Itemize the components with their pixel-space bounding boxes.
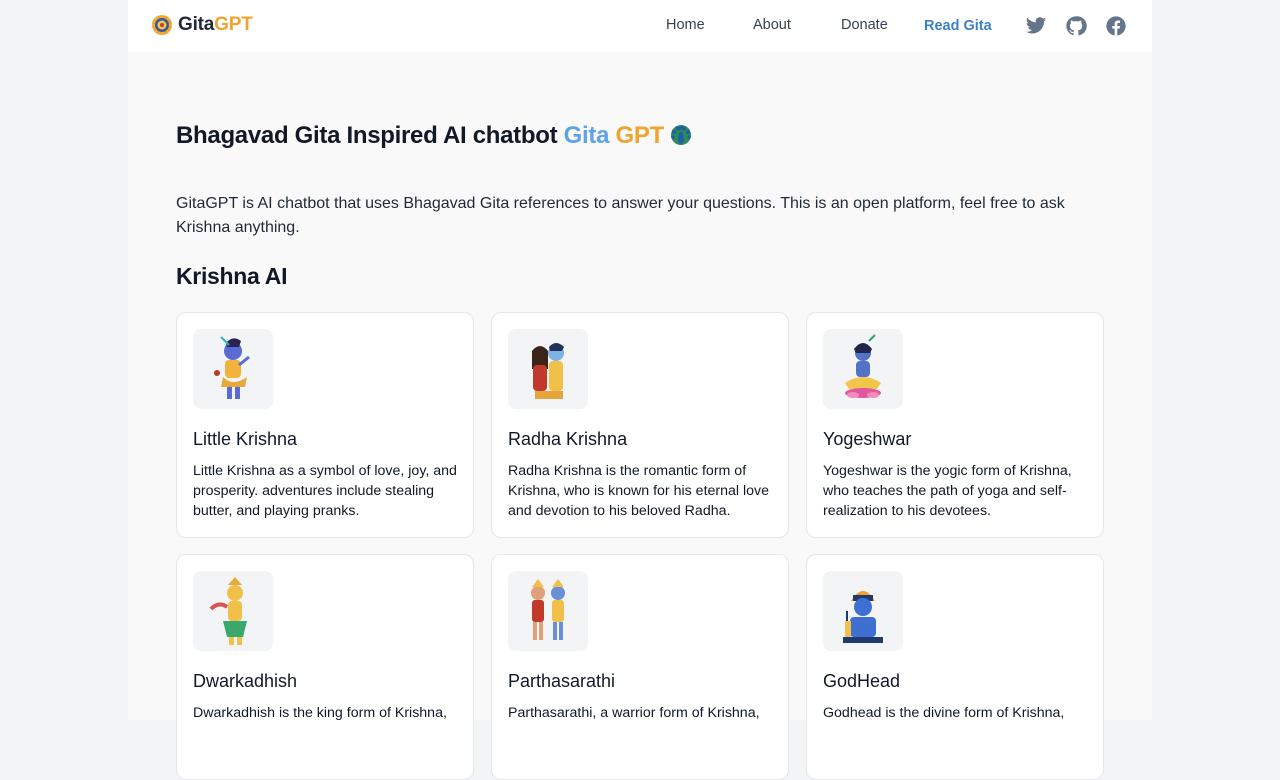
- card-little-krishna[interactable]: Little Krishna Little Krishna as a symbo…: [176, 312, 474, 538]
- card-yogeshwar[interactable]: Yogeshwar Yogeshwar is the yogic form of…: [806, 312, 1104, 538]
- yogeshwar-illustration: [823, 329, 903, 409]
- card-description: Parthasarathi, a warrior form of Krishna…: [508, 705, 760, 721]
- logo-gita-text: Gita: [178, 14, 215, 35]
- card-description: Little Krishna as a symbol of love, joy,…: [193, 463, 457, 519]
- page-title-gpt: GPT: [615, 122, 665, 149]
- card-title: Little Krishna: [193, 429, 298, 449]
- card-title: Dwarkadhish: [193, 671, 298, 691]
- card-radha-krishna[interactable]: Radha Krishna Radha Krishna is the roman…: [491, 312, 789, 538]
- intro-paragraph: GitaGPT is AI chatbot that uses Bhagavad…: [176, 195, 1065, 236]
- card-description: Radha Krishna is the romantic form of Kr…: [508, 463, 770, 519]
- card-title: Yogeshwar: [823, 429, 912, 449]
- radha-krishna-illustration: [508, 329, 588, 409]
- godhead-illustration: [823, 571, 903, 651]
- card-description: Yogeshwar is the yogic form of Krishna, …: [823, 463, 1072, 519]
- parthasarathi-illustration: [508, 571, 588, 651]
- nav-home-link[interactable]: Home: [666, 17, 705, 33]
- logo-text: GitaGPT: [178, 14, 253, 36]
- card-parthasarathi[interactable]: Parthasarathi Parthasarathi, a warrior f…: [491, 554, 789, 780]
- peacock-icon: [670, 125, 691, 145]
- dwarkadhish-illustration: [193, 571, 273, 651]
- card-description: Dwarkadhish is the king form of Krishna,: [193, 705, 447, 721]
- little-krishna-illustration: [193, 329, 273, 409]
- section-title: Krishna AI: [176, 263, 288, 289]
- card-title: Parthasarathi: [508, 671, 616, 691]
- twitter-icon[interactable]: [1025, 15, 1047, 37]
- page: GitaGPT Home About Donate Read Gita Bhag…: [128, 0, 1152, 780]
- page-title: Bhagavad Gita Inspired AI chatbot Gita G…: [176, 122, 694, 150]
- nav-read-gita-link[interactable]: Read Gita: [924, 18, 992, 34]
- github-icon[interactable]: [1065, 15, 1087, 37]
- card-dwarkadhish[interactable]: Dwarkadhish Dwarkadhish is the king form…: [176, 554, 474, 780]
- facebook-icon[interactable]: [1105, 15, 1127, 37]
- top-navbar: GitaGPT Home About Donate Read Gita: [128, 0, 1152, 52]
- card-title: GodHead: [823, 671, 901, 691]
- card-godhead[interactable]: GodHead Godhead is the divine form of Kr…: [806, 554, 1104, 780]
- page-title-gita: Gita: [563, 122, 610, 149]
- logo-gpt-text: GPT: [214, 14, 253, 35]
- page-title-prefix: Bhagavad Gita Inspired AI chatbot: [176, 122, 558, 149]
- chakra-logo-icon: [152, 15, 172, 35]
- card-description: Godhead is the divine form of Krishna,: [823, 705, 1065, 721]
- nav-about-link[interactable]: About: [753, 17, 791, 33]
- site-logo[interactable]: GitaGPT: [151, 14, 253, 36]
- card-title: Radha Krishna: [508, 429, 628, 449]
- nav-donate-link[interactable]: Donate: [841, 17, 888, 33]
